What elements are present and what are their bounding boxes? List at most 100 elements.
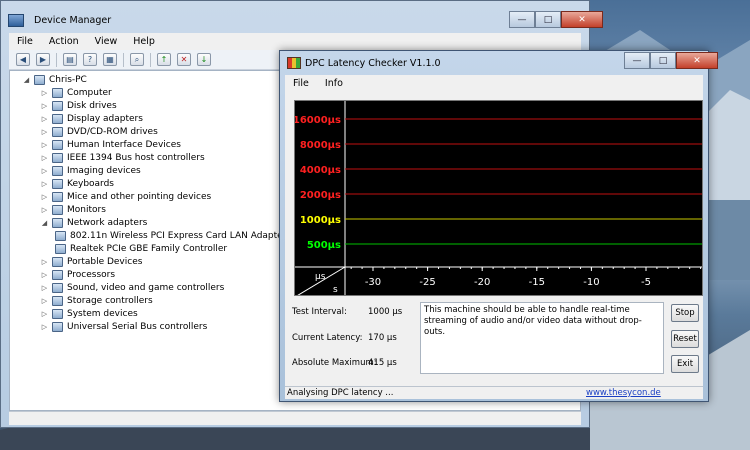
test-interval-label: Test Interval: — [292, 307, 347, 317]
scan-hardware-icon[interactable]: ⌕ — [130, 53, 144, 66]
device-category-icon — [52, 269, 63, 280]
update-driver-icon[interactable]: ↑ — [157, 53, 171, 66]
dpc-maximize-button[interactable]: □ — [650, 52, 676, 69]
x-tick-label: -5 — [641, 277, 651, 288]
tree-item-label: Computer — [67, 87, 112, 98]
device-category-icon — [52, 308, 63, 319]
menu-action[interactable]: Action — [49, 36, 79, 47]
y-tick-label: 2000µs — [300, 190, 341, 201]
expand-arrow-icon[interactable]: ▷ — [40, 271, 49, 279]
absolute-maximum-value: 415 µs — [368, 358, 397, 368]
tree-item-label: Human Interface Devices — [67, 139, 181, 150]
exit-button[interactable]: Exit — [671, 355, 699, 373]
tree-category[interactable]: ▷ Universal Serial Bus controllers — [40, 320, 207, 333]
expand-arrow-icon[interactable]: ▷ — [40, 310, 49, 318]
back-icon[interactable]: ◀ — [16, 53, 30, 66]
tree-item-label: Imaging devices — [67, 165, 141, 176]
expand-arrow-icon[interactable]: ▷ — [40, 102, 49, 110]
expand-arrow-icon[interactable]: ▷ — [40, 297, 49, 305]
tree-category[interactable]: ▷ Imaging devices — [40, 164, 141, 177]
tree-category[interactable]: ▷ Keyboards — [40, 177, 114, 190]
y-unit-label: µs — [315, 272, 326, 282]
dpc-menu-info[interactable]: Info — [325, 78, 343, 89]
menu-help[interactable]: Help — [133, 36, 155, 47]
dpc-minimize-button[interactable]: — — [624, 52, 650, 69]
tree-category[interactable]: ▷ Computer — [40, 86, 112, 99]
thesycon-link[interactable]: www.thesycon.de — [586, 388, 661, 398]
tree-category[interactable]: ▷ Display adapters — [40, 112, 143, 125]
device-category-icon — [34, 74, 45, 85]
dpc-menu-file[interactable]: File — [293, 78, 309, 89]
minimize-button[interactable]: — — [509, 11, 535, 28]
tree-category[interactable]: ▷ DVD/CD-ROM drives — [40, 125, 158, 138]
expand-arrow-icon[interactable]: ▷ — [40, 284, 49, 292]
expand-arrow-icon[interactable]: ▷ — [40, 141, 49, 149]
tree-category[interactable]: ▷ Portable Devices — [40, 255, 142, 268]
tree-category[interactable]: ▷ Processors — [40, 268, 115, 281]
tree-root-computer[interactable]: ◢ Chris-PC — [22, 73, 87, 86]
device-category-icon — [52, 321, 63, 332]
dpc-window-title: DPC Latency Checker V1.1.0 — [305, 58, 441, 69]
close-button[interactable]: ✕ — [561, 11, 603, 28]
tree-category[interactable]: ▷ IEEE 1394 Bus host controllers — [40, 151, 205, 164]
x-tick-label: -20 — [474, 277, 490, 288]
tree-item-label: DVD/CD-ROM drives — [67, 126, 158, 137]
reset-button[interactable]: Reset — [671, 330, 699, 348]
menu-view[interactable]: View — [95, 36, 118, 47]
menu-file[interactable]: File — [17, 36, 33, 47]
device-category-icon — [52, 217, 63, 228]
y-tick-label: 1000µs — [300, 215, 341, 226]
properties-icon[interactable]: ▤ — [63, 53, 77, 66]
tree-category[interactable]: ▷ Disk drives — [40, 99, 117, 112]
expand-arrow-icon[interactable]: ▷ — [40, 128, 49, 136]
tree-category[interactable]: ◢ Network adapters — [40, 216, 147, 229]
current-latency-value: 170 µs — [368, 333, 397, 343]
dpc-app-icon — [287, 57, 301, 69]
help-icon[interactable]: ? — [83, 53, 97, 66]
maximize-button[interactable]: □ — [535, 11, 561, 28]
tree-item-label: IEEE 1394 Bus host controllers — [67, 152, 205, 163]
device-manager-titlebar[interactable]: Device Manager — [1, 1, 589, 31]
view-icon[interactable]: ▦ — [103, 53, 117, 66]
device-category-icon — [52, 165, 63, 176]
expand-arrow-icon[interactable]: ▷ — [40, 115, 49, 123]
device-category-icon — [52, 152, 63, 163]
collapse-arrow-icon[interactable]: ◢ — [40, 219, 49, 227]
tree-child-device[interactable]: Realtek PCIe GBE Family Controller — [52, 242, 227, 255]
tree-category[interactable]: ▷ Storage controllers — [40, 294, 153, 307]
tree-category[interactable]: ▷ Sound, video and game controllers — [40, 281, 224, 294]
expand-arrow-icon[interactable]: ▷ — [40, 180, 49, 188]
dpc-statusbar: Analysing DPC latency ... www.thesycon.d… — [285, 386, 703, 399]
status-text: Analysing DPC latency ... — [287, 388, 394, 398]
collapse-arrow-icon[interactable]: ◢ — [22, 76, 31, 84]
tree-item-label: Sound, video and game controllers — [67, 282, 225, 293]
tree-category[interactable]: ▷ Mice and other pointing devices — [40, 190, 211, 203]
expand-arrow-icon[interactable]: ▷ — [40, 258, 49, 266]
device-category-icon — [52, 204, 63, 215]
forward-icon[interactable]: ▶ — [36, 53, 50, 66]
expand-arrow-icon[interactable]: ▷ — [40, 323, 49, 331]
expand-arrow-icon[interactable]: ▷ — [40, 89, 49, 97]
device-category-icon — [52, 256, 63, 267]
tree-category[interactable]: ▷ Monitors — [40, 203, 106, 216]
device-manager-icon — [8, 14, 24, 27]
tree-category[interactable]: ▷ System devices — [40, 307, 138, 320]
stop-button[interactable]: Stop — [671, 304, 699, 322]
expand-arrow-icon[interactable]: ▷ — [40, 193, 49, 201]
device-category-icon — [52, 282, 63, 293]
window-title: Device Manager — [34, 15, 112, 26]
uninstall-icon[interactable]: ✕ — [177, 53, 191, 66]
y-tick-label: 4000µs — [300, 165, 341, 176]
tree-item-label: Realtek PCIe GBE Family Controller — [70, 243, 228, 254]
tree-child-device[interactable]: 802.11n Wireless PCI Express Card LAN Ad… — [52, 229, 286, 242]
expand-arrow-icon[interactable]: ▷ — [40, 167, 49, 175]
dpc-close-button[interactable]: ✕ — [676, 52, 718, 69]
enable-icon[interactable]: ↓ — [197, 53, 211, 66]
status-message: This machine should be able to handle re… — [420, 302, 664, 374]
current-latency-label: Current Latency: — [292, 333, 363, 343]
expand-arrow-icon[interactable]: ▷ — [40, 206, 49, 214]
expand-arrow-icon[interactable]: ▷ — [40, 154, 49, 162]
tree-item-label: Chris-PC — [49, 74, 87, 85]
tree-category[interactable]: ▷ Human Interface Devices — [40, 138, 181, 151]
x-unit-label: s — [333, 285, 338, 295]
